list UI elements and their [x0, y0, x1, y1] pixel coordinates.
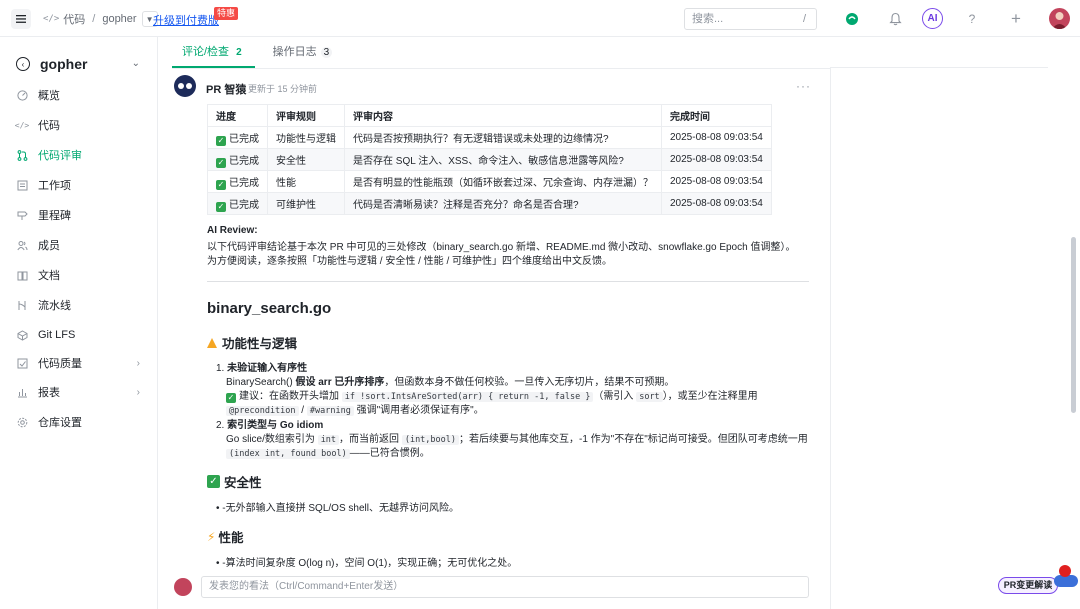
- quality-icon: [16, 357, 28, 369]
- section-heading-security: ✓ 安全性: [207, 472, 262, 491]
- settings-icon: [16, 416, 28, 428]
- table-row: ✓ 已完成 功能性与逻辑 代码是否按预期执行？有无逻辑错误或未处理的边缘情况? 2…: [207, 126, 772, 149]
- milestone-icon: [16, 209, 28, 221]
- breadcrumb-code[interactable]: 代码: [63, 11, 85, 27]
- back-circle-icon[interactable]: ‹: [16, 57, 30, 71]
- table-row: ✓ 已完成 安全性 是否存在 SQL 注入、XSS、命令注入、敏感信息泄露等风险?…: [207, 148, 772, 171]
- sidebar-item-git-lfs[interactable]: Git LFS: [0, 325, 158, 345]
- tab-count: 2: [236, 47, 242, 58]
- breadcrumb: </> 代码 / gopher ▼: [43, 11, 158, 27]
- column-header: 完成时间: [661, 104, 772, 127]
- sidebar-item-overview[interactable]: 概览: [0, 85, 158, 105]
- pr-summary-button[interactable]: PR变更解读: [998, 577, 1058, 594]
- warning-icon: [207, 337, 217, 348]
- dashboard-icon: [16, 89, 28, 101]
- chevron-down-icon[interactable]: ⌄: [132, 58, 140, 69]
- comment-input[interactable]: 发表您的看法（Ctrl/Command+Enter发送）: [201, 576, 809, 598]
- list-item-detail: BinarySearch() 假设 arr 已升序排序，但函数本身不做任何校验。…: [226, 377, 675, 388]
- list-item: 1. 未验证输入有序性: [216, 363, 308, 374]
- tab-comments-checks[interactable]: 评论/检查 2: [172, 37, 255, 68]
- chevron-right-icon[interactable]: ›: [137, 358, 140, 369]
- comment-timestamp: 更新于 15 分钟前: [248, 84, 318, 94]
- sidebar-item-reports[interactable]: 报表 ›: [0, 382, 158, 402]
- docs-icon: [16, 269, 28, 281]
- table-row: ✓ 已完成 性能 是否有明显的性能瓶颈（如循环嵌套过深、冗余查询、内存泄漏）？ 2…: [207, 170, 772, 193]
- ai-review-title: AI Review:: [207, 225, 258, 236]
- pipeline-icon: [16, 299, 28, 311]
- file-heading: binary_search.go: [207, 300, 332, 317]
- check-icon: ✓: [216, 157, 226, 168]
- merge-request-icon: [16, 149, 28, 161]
- sidebar-item-issues[interactable]: 工作项: [0, 175, 158, 195]
- plus-icon[interactable]: +: [1006, 9, 1026, 29]
- code-icon: </>: [14, 120, 30, 130]
- check-icon: ✓: [216, 179, 226, 190]
- section-heading-functionality: 功能性与逻辑: [207, 333, 297, 352]
- list-item-detail: @precondition / #warning 强调"调用者必须保证有序"。: [226, 401, 484, 416]
- column-header: 评审规则: [267, 104, 345, 127]
- list-item-detail: (index int, found bool) ——已符合惯例。: [226, 444, 430, 459]
- more-options-icon[interactable]: ···: [796, 79, 811, 93]
- sidebar-item-docs[interactable]: 文档: [0, 265, 158, 285]
- issue-icon: [16, 179, 28, 191]
- tab-bar: 评论/检查 2 操作日志 3: [172, 37, 350, 68]
- ai-assistant-button[interactable]: AI: [922, 8, 943, 29]
- section-heading-performance: ⚡ 性能: [207, 529, 244, 546]
- right-panel: [830, 67, 1048, 609]
- chevron-right-icon[interactable]: ›: [137, 387, 140, 398]
- breadcrumb-repo[interactable]: gopher: [102, 13, 136, 25]
- repo-name: gopher: [40, 56, 88, 72]
- check-icon: ✓: [216, 201, 226, 212]
- status-icon[interactable]: [842, 9, 862, 29]
- code-icon: </>: [43, 14, 60, 24]
- main-content: 评论/检查 2 操作日志 3 PR 智猿 更新于 15 分钟前 ··· 进度 评审规…: [158, 37, 830, 609]
- sidebar-item-members[interactable]: 成员: [0, 235, 158, 255]
- user-avatar[interactable]: [1049, 8, 1070, 29]
- members-icon: [16, 239, 28, 251]
- list-item: • -算法时间复杂度 O(log n)，空间 O(1)，实现正确；无可优化之处。: [216, 558, 518, 569]
- sidebar-item-milestones[interactable]: 里程碑: [0, 205, 158, 225]
- table-row: ✓ 已完成 可维护性 代码是否清晰易读？注释是否充分？命名是否合理? 2025-0…: [207, 192, 772, 215]
- check-icon: ✓: [216, 135, 226, 146]
- divider: [207, 281, 809, 282]
- bell-icon[interactable]: [885, 9, 905, 29]
- lightning-icon: ⚡: [207, 529, 216, 544]
- ai-review-intro: 以下代码评审结论基于本次 PR 中可见的三处修改（binary_search.g…: [207, 242, 796, 253]
- list-item-detail: Go slice/数组索引为 int ，而当前返回 (int,bool) ；若后续要…: [226, 434, 808, 445]
- repo-switcher[interactable]: ‹ gopher ⌄: [16, 55, 144, 73]
- search-shortcut-hint: /: [802, 13, 806, 25]
- sidebar: ‹ gopher ⌄ 概览 </> 代码 代码评审 工作项 里程碑 成员 文档 …: [0, 37, 158, 609]
- sidebar-item-code-quality[interactable]: 代码质量 ›: [0, 353, 158, 373]
- help-icon[interactable]: ?: [962, 9, 982, 29]
- check-icon: ✓: [207, 475, 220, 488]
- list-item: • -无外部输入直接拼 SQL/OS shell、无越界访问风险。: [216, 503, 459, 514]
- sidebar-item-code-review[interactable]: 代码评审: [0, 145, 158, 165]
- ai-review-intro: 为方便阅读，逐条按照「功能性与逻辑 / 安全性 / 性能 / 可维护性」四个维度…: [207, 256, 613, 267]
- hamburger-menu-icon[interactable]: [11, 9, 31, 29]
- scrollbar[interactable]: [1071, 237, 1076, 413]
- table-header-row: 进度 评审规则 评审内容 完成时间: [207, 104, 772, 127]
- sidebar-item-pipeline[interactable]: 流水线: [0, 295, 158, 315]
- tab-count: 3: [320, 47, 333, 58]
- tab-activity-log[interactable]: 操作日志 3: [263, 37, 343, 68]
- search-placeholder: 搜索...: [692, 13, 724, 25]
- list-item: 2. 索引类型与 Go idiom: [216, 420, 324, 431]
- avatar: [174, 578, 192, 596]
- sidebar-item-code[interactable]: </> 代码: [0, 115, 158, 135]
- column-header: 进度: [207, 104, 268, 127]
- comment-author[interactable]: PR 智猿: [206, 81, 246, 97]
- search-input[interactable]: 搜索... /: [684, 8, 817, 30]
- promo-badge: 特惠: [214, 7, 239, 20]
- report-icon: [16, 386, 28, 398]
- review-table: 进度 评审规则 评审内容 完成时间 ✓ 已完成 功能性与逻辑 代码是否按预期执行？…: [207, 104, 772, 215]
- sidebar-item-repo-settings[interactable]: 仓库设置: [0, 412, 158, 432]
- bot-avatar: [174, 75, 196, 97]
- notification-dot: [1059, 565, 1071, 577]
- top-bar: </> 代码 / gopher ▼ 升级到付费版 特惠 搜索... / AI ?…: [0, 0, 1080, 37]
- lfs-icon: [16, 329, 28, 341]
- upgrade-link[interactable]: 升级到付费版: [153, 12, 219, 28]
- column-header: 评审内容: [344, 104, 662, 127]
